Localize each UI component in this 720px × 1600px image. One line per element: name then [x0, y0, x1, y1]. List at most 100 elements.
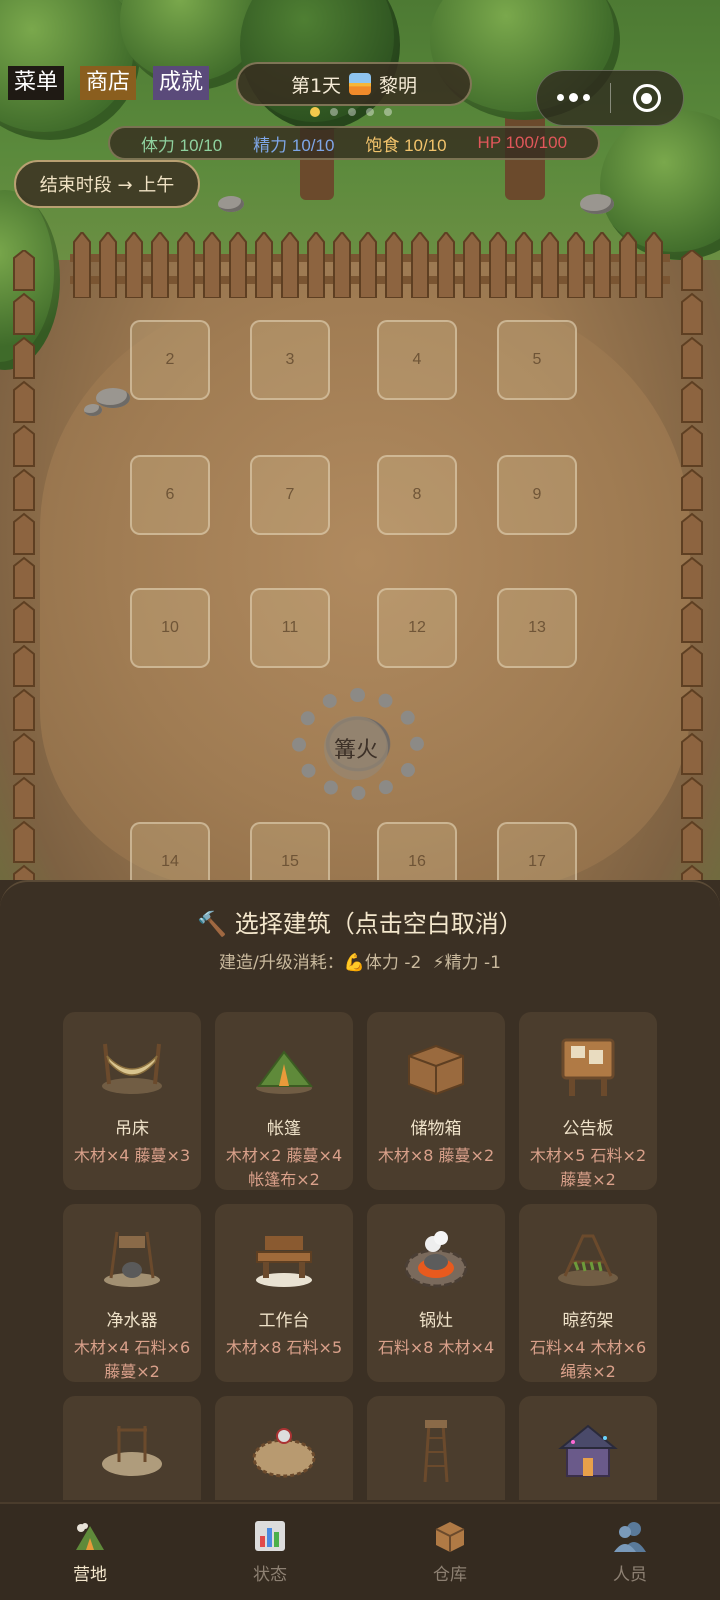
- tab-people[interactable]: 人员: [540, 1504, 720, 1600]
- bar-chart-icon: [255, 1521, 285, 1551]
- page-dots: [310, 107, 392, 117]
- package-icon: [435, 1522, 465, 1552]
- water-purifier-icon: [104, 1231, 160, 1287]
- rock: [580, 194, 614, 214]
- tab-status[interactable]: 状态: [180, 1504, 360, 1600]
- build-plot[interactable]: 11: [250, 588, 330, 668]
- tab-camp[interactable]: 营地: [0, 1504, 180, 1600]
- cost-prefix: 建造/升级消耗：: [219, 953, 344, 973]
- people-icon: [614, 1522, 646, 1552]
- building-card-workbench[interactable]: 工作台 木材×8 石料×5: [215, 1204, 353, 1382]
- building-name: [519, 1498, 657, 1500]
- rock: [218, 196, 244, 212]
- building-name: 锅灶: [419, 1311, 453, 1331]
- fence-top: [70, 232, 670, 298]
- stat-stamina: 体力 10/10: [140, 135, 223, 155]
- achievements-button[interactable]: 成就: [153, 66, 210, 100]
- building-cost: 石料×4 木材×6 绳索×2: [529, 1338, 647, 1381]
- page-dot: [384, 108, 392, 116]
- tab-warehouse[interactable]: 仓库: [360, 1504, 540, 1600]
- fence-left: [13, 250, 35, 880]
- miniprogram-capsule: [536, 70, 684, 126]
- notice-board-icon: [561, 1038, 615, 1096]
- campfire[interactable]: 篝火: [292, 688, 424, 800]
- hammock-icon: [102, 1043, 162, 1094]
- campfire-label: 篝火: [324, 716, 388, 780]
- build-plot[interactable]: 8: [377, 455, 457, 535]
- building-cost: 木材×4 藤蔓×3: [73, 1146, 191, 1165]
- menu-button[interactable]: 菜单: [8, 66, 65, 100]
- building-card-10[interactable]: [215, 1396, 353, 1500]
- shop-button[interactable]: 商店: [80, 66, 137, 100]
- build-plot[interactable]: 7: [250, 455, 330, 535]
- building-card-storage-box[interactable]: 储物箱 木材×8 藤蔓×2: [367, 1012, 505, 1190]
- building-card-11[interactable]: [367, 1396, 505, 1500]
- building-card-stove[interactable]: 锅灶 石料×8 木材×4: [367, 1204, 505, 1382]
- build-plot[interactable]: 12: [377, 588, 457, 668]
- sheet-title: 🔨 选择建筑（点击空白取消）: [0, 904, 720, 939]
- herb-rack-icon: [558, 1234, 618, 1286]
- building-name: 晾药架: [562, 1311, 614, 1331]
- tab-label: 人员: [613, 1565, 647, 1585]
- building-card-9[interactable]: [63, 1396, 201, 1500]
- build-plot[interactable]: 10: [130, 588, 210, 668]
- building-card-herb-rack[interactable]: 晾药架 石料×4 木材×6 绳索×2: [519, 1204, 657, 1382]
- building-card-hammock[interactable]: 吊床 木材×4 藤蔓×3: [63, 1012, 201, 1190]
- tab-label: 状态: [253, 1565, 287, 1585]
- bottom-tab-bar: 营地 状态 仓库 人员: [0, 1502, 720, 1600]
- end-period-button[interactable]: 结束时段 → 上午: [14, 160, 200, 208]
- tent-icon: [256, 1050, 314, 1094]
- build-plot[interactable]: 6: [130, 455, 210, 535]
- house-icon: [558, 1424, 618, 1477]
- build-cost-info: 建造/升级消耗：💪体力 -2 ⚡精力 -1: [0, 948, 720, 973]
- building-card-water-purifier[interactable]: 净水器 木材×4 石料×6 藤蔓×2: [63, 1204, 201, 1382]
- building-name: 帐篷: [267, 1119, 301, 1139]
- tab-label: 营地: [73, 1565, 107, 1585]
- player-stats-bar: 体力 10/10 精力 10/10 饱食 10/10 HP 100/100: [108, 126, 600, 160]
- page-dot-active: [310, 107, 320, 117]
- page-dot: [330, 108, 338, 116]
- muscle-icon: 💪: [343, 953, 365, 973]
- building-cost: 木材×2 藤蔓×4 帐篷布×2: [225, 1146, 343, 1189]
- close-miniprogram-button[interactable]: [611, 84, 683, 112]
- camp-tent-icon: [76, 1523, 104, 1550]
- more-options-button[interactable]: [537, 93, 610, 102]
- building-name: [215, 1498, 353, 1500]
- day-label: 第1天: [290, 74, 342, 97]
- target-icon: [632, 84, 661, 112]
- building-name: 吊床: [115, 1119, 149, 1139]
- rock: [96, 388, 130, 408]
- building-cost: 木材×8 藤蔓×2: [377, 1146, 495, 1165]
- period-label: 黎明: [379, 74, 418, 97]
- building-card-tent[interactable]: 帐篷 木材×2 藤蔓×4 帐篷布×2: [215, 1012, 353, 1190]
- build-plot[interactable]: 14: [130, 822, 210, 880]
- watchtower-icon: [423, 1420, 449, 1483]
- building-9-icon: [102, 1426, 162, 1476]
- building-card-notice-board[interactable]: 公告板 木材×5 石料×2 藤蔓×2: [519, 1012, 657, 1190]
- page-dot: [366, 108, 374, 116]
- build-plot[interactable]: 16: [377, 822, 457, 880]
- build-plot[interactable]: 9: [497, 455, 577, 535]
- build-plot[interactable]: 2: [130, 320, 210, 400]
- tab-label: 仓库: [433, 1565, 467, 1585]
- cost-stamina: 体力 -2: [364, 953, 422, 973]
- build-plot[interactable]: 5: [497, 320, 577, 400]
- stat-energy: 精力 10/10: [253, 135, 335, 155]
- building-cost: 木材×5 石料×2 藤蔓×2: [529, 1146, 647, 1189]
- building-10-icon: [252, 1428, 316, 1478]
- building-cost: 木材×8 石料×5: [225, 1338, 343, 1357]
- stat-satiety: 饱食 10/10: [365, 135, 447, 155]
- building-name: 公告板: [562, 1119, 614, 1139]
- more-dot-icon: [583, 94, 590, 101]
- sunrise-icon: [349, 73, 372, 95]
- build-plot[interactable]: 15: [250, 822, 330, 880]
- build-plot[interactable]: 4: [377, 320, 457, 400]
- build-plot[interactable]: 17: [497, 822, 577, 880]
- build-selection-sheet: 🔨 选择建筑（点击空白取消） 建造/升级消耗：💪体力 -2 ⚡精力 -1 吊床 …: [0, 880, 720, 1500]
- more-dot-icon: [569, 93, 578, 102]
- build-plot[interactable]: 3: [250, 320, 330, 400]
- more-dot-icon: [557, 94, 564, 101]
- building-card-12[interactable]: [519, 1396, 657, 1500]
- building-cost: 石料×8 木材×4: [377, 1338, 495, 1357]
- build-plot[interactable]: 13: [497, 588, 577, 668]
